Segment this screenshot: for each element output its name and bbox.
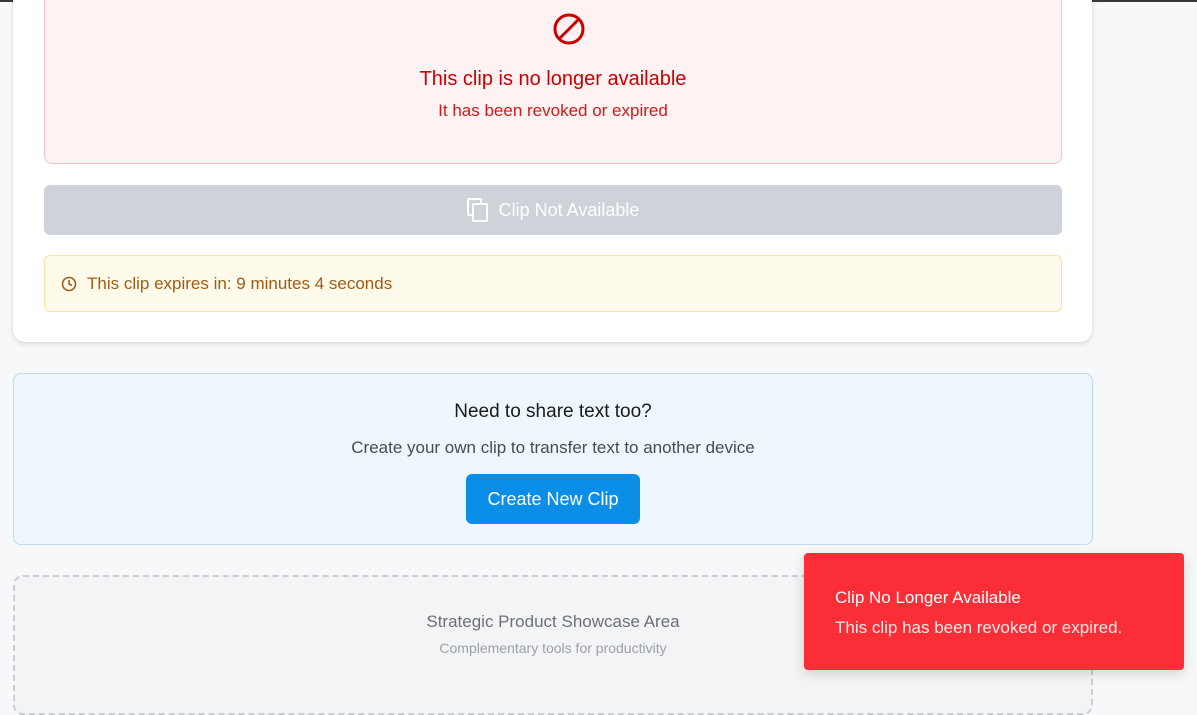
error-subtitle: It has been revoked or expired [438,101,668,120]
clock-icon [61,276,77,291]
copy-clip-button-label: Clip Not Available [498,199,640,220]
expiry-text: This clip expires in: 9 minutes 4 second… [87,273,393,293]
copy-icon [466,198,488,222]
ban-icon [553,13,585,45]
share-title: Need to share text too? [454,401,652,422]
toast-title: Clip No Longer Available [835,588,1021,607]
share-promo-panel: Need to share text too? Create your own … [13,373,1093,545]
clip-card: This clip is no longer available It has … [13,0,1092,342]
share-subtitle: Create your own clip to transfer text to… [351,438,755,457]
create-new-clip-button[interactable]: Create New Clip [466,474,640,524]
expiry-notice: This clip expires in: 9 minutes 4 second… [44,255,1062,312]
error-toast[interactable]: Clip No Longer Available This clip has b… [804,553,1184,670]
error-title: This clip is no longer available [419,68,687,90]
toast-message: This clip has been revoked or expired. [835,618,1123,637]
clip-error-panel: This clip is no longer available It has … [44,0,1062,164]
copy-clip-button[interactable]: Clip Not Available [44,185,1062,235]
